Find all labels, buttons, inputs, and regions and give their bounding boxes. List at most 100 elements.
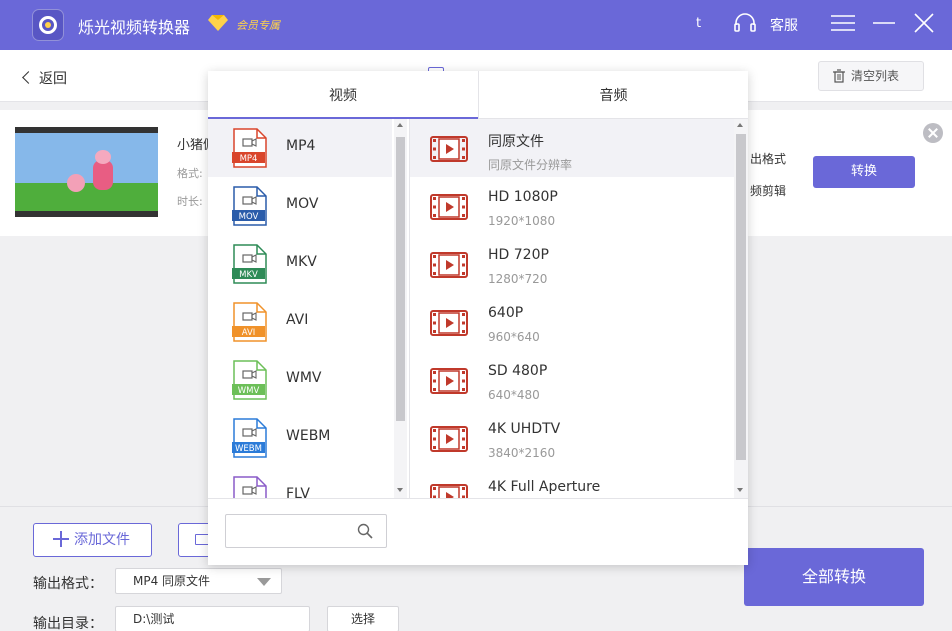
- user-initial[interactable]: t: [696, 16, 701, 31]
- format-tabs: 视频 音频: [208, 71, 748, 119]
- scroll-up-icon[interactable]: [397, 123, 403, 127]
- resolution-list: 同原文件 同原文件分辨率 HD 1080P 1920*1080 HD 720P 1280*…: [409, 119, 734, 498]
- format-badge: AVI: [242, 328, 256, 338]
- row-video-edit[interactable]: 频剪辑: [750, 182, 786, 199]
- headset-icon[interactable]: [733, 12, 757, 34]
- format-popup: 视频 音频 MP4 MP4 MOV MOV MKV MKV AVI AVI WMV WMV WEBM…: [208, 71, 748, 565]
- file-format-icon: AVI: [232, 302, 267, 342]
- format-item-webm[interactable]: WEBM WEBM: [208, 409, 392, 467]
- add-file-label: 添加文件: [74, 532, 130, 548]
- format-name: WEBM: [286, 428, 331, 444]
- resolution-item[interactable]: HD 720P 1280*720: [410, 235, 734, 293]
- caret-down-icon: [257, 578, 271, 586]
- output-format-select[interactable]: MP4 同原文件: [115, 568, 282, 594]
- file-format-icon: MOV: [232, 186, 267, 226]
- format-list: MP4 MP4 MOV MOV MKV MKV AVI AVI WMV WMV WEBM WEBM FL…: [208, 119, 394, 498]
- format-item-wmv[interactable]: WMV WMV: [208, 351, 392, 409]
- title-bar: 烁光视频转换器 会员专属 t 客服: [0, 0, 952, 50]
- resolution-item[interactable]: 4K Full Aperture: [410, 467, 734, 498]
- resolution-name: 同原文件: [488, 134, 544, 150]
- plus-icon: [53, 531, 69, 547]
- resolution-list-scrollbar[interactable]: [734, 119, 748, 498]
- app-title: 烁光视频转换器: [78, 18, 191, 37]
- output-format-label: 输出格式：: [33, 576, 103, 592]
- format-item-avi[interactable]: AVI AVI: [208, 293, 392, 351]
- search-icon[interactable]: [357, 523, 373, 539]
- trash-icon: [833, 69, 845, 83]
- scroll-thumb[interactable]: [396, 137, 405, 421]
- support-button[interactable]: 客服: [770, 15, 798, 35]
- format-item-mp4[interactable]: MP4 MP4: [208, 119, 392, 177]
- add-file-button[interactable]: 添加文件: [33, 523, 152, 557]
- format-badge: MOV: [239, 212, 259, 222]
- format-search-input[interactable]: [234, 521, 344, 541]
- film-icon: [430, 426, 468, 452]
- resolution-item[interactable]: 同原文件 同原文件分辨率: [410, 119, 734, 177]
- format-name: MP4: [286, 138, 316, 154]
- film-icon: [430, 310, 468, 336]
- convert-all-button[interactable]: 全部转换: [744, 548, 924, 606]
- scroll-down-icon[interactable]: [737, 488, 743, 492]
- file-format-icon: WEBM: [232, 418, 267, 458]
- vip-label[interactable]: 会员专属: [236, 17, 280, 33]
- close-icon[interactable]: [912, 11, 936, 35]
- file-duration-label: 时长:: [177, 195, 203, 208]
- format-name: FLV: [286, 486, 310, 498]
- clear-list-label: 清空列表: [851, 69, 900, 83]
- resolution-detail: 1920*1080: [488, 214, 556, 228]
- resolution-item[interactable]: SD 480P 640*480: [410, 351, 734, 409]
- format-search-box[interactable]: [225, 514, 387, 548]
- scroll-up-icon[interactable]: [737, 123, 743, 127]
- format-list-scrollbar[interactable]: [394, 119, 407, 498]
- format-name: MKV: [286, 254, 317, 270]
- film-icon: [430, 136, 468, 162]
- tab-audio[interactable]: 音频: [478, 71, 748, 119]
- format-badge: MKV: [239, 270, 258, 280]
- file-format-icon: WMV: [232, 360, 267, 400]
- format-item-mov[interactable]: MOV MOV: [208, 177, 392, 235]
- clear-list-button[interactable]: 清空列表: [818, 61, 924, 91]
- resolution-item[interactable]: 4K UHDTV 3840*2160: [410, 409, 734, 467]
- film-icon: [430, 484, 468, 498]
- format-badge: WEBM: [235, 444, 262, 454]
- format-item-flv[interactable]: FLV FLV: [208, 467, 392, 498]
- format-name: AVI: [286, 312, 309, 328]
- resolution-detail: 640*480: [488, 388, 540, 402]
- app-logo-icon: [32, 9, 64, 41]
- choose-dir-button[interactable]: 选择: [327, 606, 399, 631]
- resolution-name: 4K UHDTV: [488, 421, 561, 437]
- output-dir-input[interactable]: D:\测试: [115, 606, 310, 631]
- row-output-format[interactable]: 出格式: [750, 150, 786, 167]
- convert-button[interactable]: 转换: [813, 156, 915, 188]
- resolution-item[interactable]: 640P 960*640: [410, 293, 734, 351]
- format-name: MOV: [286, 196, 319, 212]
- video-thumbnail: [15, 127, 158, 217]
- resolution-name: SD 480P: [488, 363, 548, 379]
- menu-icon[interactable]: [830, 13, 856, 33]
- back-label: 返回: [39, 71, 67, 87]
- file-format-icon: MP4: [232, 128, 267, 168]
- resolution-detail: 3840*2160: [488, 446, 556, 460]
- film-icon: [430, 368, 468, 394]
- chevron-left-icon: [22, 71, 35, 84]
- file-format-icon: MKV: [232, 244, 267, 284]
- film-icon: [430, 194, 468, 220]
- remove-icon[interactable]: [923, 123, 943, 143]
- resolution-name: HD 720P: [488, 247, 549, 263]
- resolution-name: 640P: [488, 305, 524, 321]
- film-icon: [430, 252, 468, 278]
- scroll-thumb[interactable]: [736, 134, 746, 460]
- resolution-item[interactable]: HD 1080P 1920*1080: [410, 177, 734, 235]
- output-format-value: MP4 同原文件: [133, 574, 211, 588]
- minimize-icon[interactable]: [872, 13, 896, 33]
- folder-icon: [195, 534, 209, 545]
- resolution-detail: 960*640: [488, 330, 540, 344]
- vip-diamond-icon: [208, 15, 228, 31]
- back-button[interactable]: 返回: [22, 68, 67, 88]
- resolution-detail: 1280*720: [488, 272, 548, 286]
- scroll-down-icon[interactable]: [397, 488, 403, 492]
- format-badge: WMV: [238, 386, 260, 396]
- file-format-icon: FLV: [233, 476, 267, 498]
- format-item-mkv[interactable]: MKV MKV: [208, 235, 392, 293]
- tab-video[interactable]: 视频: [208, 71, 478, 119]
